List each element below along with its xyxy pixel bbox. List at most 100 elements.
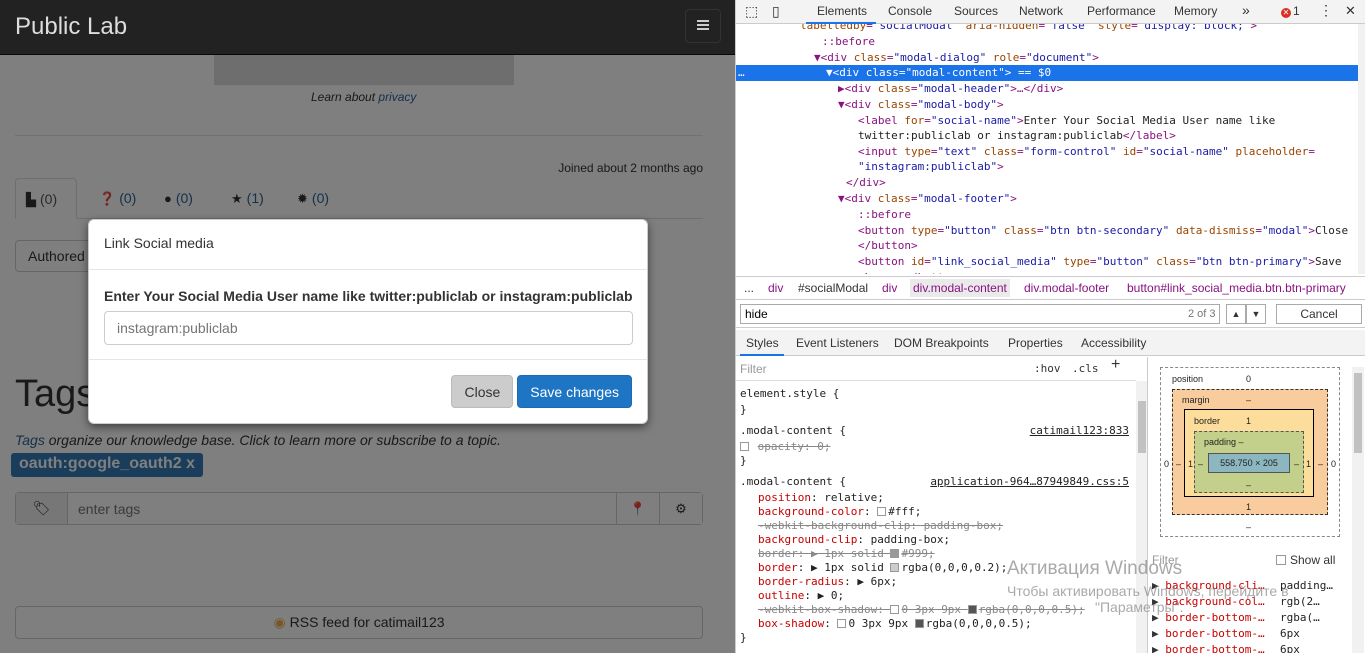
more-tabs-icon[interactable]: » [1242, 2, 1250, 18]
styles-pane: Filter :hov .cls + element.style { } .mo… [736, 357, 1148, 653]
dom-line[interactable]: labelledby="socialModal" aria-hidden="fa… [800, 24, 1257, 34]
style-rule-selector: .modal-content { [740, 424, 846, 437]
tab-styles[interactable]: Styles [746, 336, 779, 350]
breadcrumb: ... div #socialModal div div.modal-conte… [736, 276, 1365, 300]
style-declaration[interactable]: border: ▶ 1px solid rgba(0,0,0,0.2); [758, 561, 1007, 575]
tab-dom-breakpoints[interactable]: DOM Breakpoints [894, 336, 989, 350]
error-icon: ✕ [1281, 8, 1291, 18]
device-toolbar-icon[interactable]: ▯ [772, 3, 780, 20]
menu-toggle-button[interactable] [685, 9, 721, 43]
computed-scrollbar[interactable] [1352, 367, 1364, 653]
styles-scrollbar[interactable] [1136, 381, 1147, 653]
new-rule-icon[interactable]: + [1111, 357, 1120, 373]
computed-property[interactable]: ▶ border-bottom-… 6px [1152, 643, 1300, 653]
social-name-label: Enter Your Social Media User name like t… [104, 288, 633, 304]
breadcrumb-item[interactable]: div.modal-footer [1024, 281, 1109, 295]
style-source-link[interactable]: catimail123:833 [1030, 424, 1129, 438]
modal-footer: Close Save changes [89, 360, 647, 423]
dom-line[interactable]: twitter:publiclab or instagram:publiclab… [858, 128, 1176, 144]
tab-sources[interactable]: Sources [954, 4, 998, 18]
dom-line[interactable]: <button type="button" class="btn btn-sec… [858, 223, 1348, 239]
breadcrumb-item[interactable]: button#link_social_media.btn.btn-primary [1127, 281, 1346, 295]
dom-line[interactable]: </div> [846, 175, 886, 191]
breadcrumb-item[interactable]: div [768, 281, 783, 295]
breadcrumb-item[interactable]: div [882, 281, 897, 295]
hov-toggle[interactable]: :hov [1034, 362, 1061, 376]
style-source-link[interactable]: application-964…87949849.css:5 [930, 475, 1129, 489]
search-next-button[interactable]: ▼ [1246, 304, 1266, 324]
computed-property[interactable]: ▶ background-col… rgb(2… [1152, 595, 1320, 608]
styles-filter-input[interactable]: Filter [740, 362, 767, 376]
checkbox-icon[interactable] [1276, 555, 1286, 565]
social-name-input[interactable] [104, 311, 633, 345]
dom-line[interactable]: ▼<div class="modal-body"> [838, 97, 1004, 113]
dom-line[interactable]: <input type="text" class="form-control" … [858, 144, 1315, 160]
tab-accessibility[interactable]: Accessibility [1081, 336, 1146, 350]
style-declaration[interactable]: border: ▶ 1px solid #999; [758, 547, 935, 561]
tab-performance[interactable]: Performance [1087, 4, 1156, 18]
modal-body: Enter Your Social Media User name like t… [89, 270, 647, 360]
dom-line[interactable]: ▼<div class="modal-footer"> [838, 191, 1017, 207]
box-model-content[interactable]: 558.750 × 205 [1208, 453, 1290, 473]
brand-logo[interactable]: Public Lab [15, 13, 127, 41]
search-cancel-button[interactable]: Cancel [1276, 304, 1362, 324]
dom-line[interactable]: <label for="social-name">Enter Your Soci… [858, 113, 1275, 129]
tab-memory[interactable]: Memory [1174, 4, 1217, 18]
kebab-menu-icon[interactable]: ⋮ [1319, 2, 1333, 19]
style-declaration[interactable]: position: relative; [758, 491, 884, 505]
tab-elements[interactable]: Elements [817, 4, 867, 18]
inspect-icon[interactable]: ⬚ [745, 3, 758, 20]
computed-property[interactable]: ▶ background-cli… padding… [1152, 579, 1333, 592]
computed-property[interactable]: ▶ border-bottom-… 6px [1152, 627, 1300, 640]
modal-header: Link Social media [89, 220, 647, 270]
dom-line-selected[interactable]: ▼<div class="modal-content"> == $0 [736, 65, 1358, 81]
cls-toggle[interactable]: .cls [1072, 362, 1099, 376]
style-declaration[interactable]: -webkit-background-clip: padding-box; [758, 519, 1003, 533]
website-viewport: Public Lab Learn about privacy Joined ab… [0, 0, 735, 653]
breadcrumb-item[interactable]: ... [744, 281, 754, 295]
search-prev-button[interactable]: ▲ [1226, 304, 1246, 324]
dom-search-bar: 2 of 3 ▲ ▼ Cancel [736, 300, 1365, 328]
styles-filter-row: Filter :hov .cls + [736, 357, 1136, 381]
dom-line[interactable]: changes</button> [858, 270, 964, 274]
dom-line[interactable]: ::before [822, 34, 875, 50]
dom-tree: labelledby="socialModal" aria-hidden="fa… [736, 24, 1358, 274]
breadcrumb-item[interactable]: #socialModal [798, 281, 868, 295]
style-declaration[interactable]: outline: ▶ 0; [758, 589, 844, 603]
dom-line[interactable]: </button> [858, 238, 918, 254]
social-modal: Link Social media Enter Your Social Medi… [88, 219, 648, 424]
style-declaration[interactable]: background-color: #fff; [758, 505, 921, 519]
box-model-pane: position 0 margin – border 1 padding – 5… [1148, 357, 1365, 653]
dom-line[interactable]: <button id="link_social_media" type="but… [858, 254, 1342, 270]
computed-property[interactable]: ▶ border-bottom-… rgba(… [1152, 611, 1320, 624]
style-declaration[interactable]: box-shadow: 0 3px 9px rgba(0,0,0,0.5); [758, 617, 1032, 631]
style-declaration[interactable]: background-clip: padding-box; [758, 533, 950, 547]
tab-network[interactable]: Network [1019, 4, 1063, 18]
navbar: Public Lab [0, 0, 735, 55]
show-all-checkbox[interactable]: Show all [1276, 553, 1335, 567]
style-declaration[interactable]: opacity: 0; [740, 440, 830, 454]
error-count-badge[interactable]: ✕ 1 [1281, 4, 1300, 18]
dom-search-input[interactable] [740, 304, 1220, 324]
dom-line[interactable]: "instagram:publiclab"> [858, 159, 1004, 175]
style-declaration[interactable]: -webkit-box-shadow: 0 3px 9px rgba(0,0,0… [758, 603, 1085, 617]
save-changes-button[interactable]: Save changes [517, 375, 632, 408]
style-rule-selector: .modal-content { [740, 475, 846, 488]
dom-line[interactable]: ▶<div class="modal-header">…</div> [838, 81, 1063, 97]
modal-title: Link Social media [104, 235, 214, 251]
close-button[interactable]: Close [451, 375, 514, 408]
dom-scrollbar[interactable] [1358, 24, 1365, 274]
checkbox-icon[interactable] [740, 442, 749, 451]
tab-console[interactable]: Console [888, 4, 932, 18]
tab-properties[interactable]: Properties [1008, 336, 1063, 350]
dom-line[interactable]: ▼<div class="modal-dialog" role="documen… [814, 50, 1099, 66]
chevron-down-icon: ▼ [1251, 309, 1261, 319]
dom-line[interactable]: ::before [858, 207, 911, 223]
chevron-up-icon: ▲ [1231, 309, 1241, 319]
style-declaration[interactable]: border-radius: ▶ 6px; [758, 575, 897, 589]
tab-event-listeners[interactable]: Event Listeners [796, 336, 879, 350]
breadcrumb-item-current[interactable]: div.modal-content [910, 279, 1010, 297]
style-rule-selector: element.style { [740, 387, 840, 400]
hamburger-icon [697, 20, 709, 22]
close-devtools-icon[interactable]: ✕ [1345, 3, 1356, 19]
